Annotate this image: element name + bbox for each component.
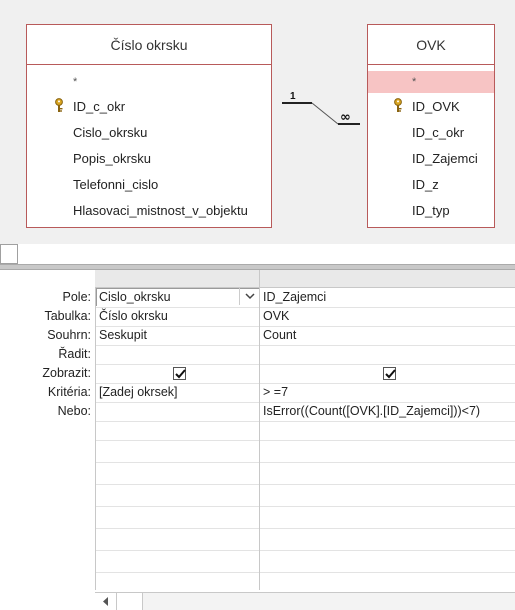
query-design-grid: Pole: Tabulka: Souhrn: Řadit: Zobrazit: …	[0, 270, 515, 610]
column-selector-strip[interactable]	[95, 270, 515, 288]
total-cell[interactable]: Count	[260, 326, 515, 345]
criteria-cell[interactable]: > =7	[260, 383, 515, 402]
show-cell[interactable]	[96, 364, 259, 383]
or-cell[interactable]	[96, 402, 259, 421]
grid-column-2: ID_Zajemci OVK Count > =7 IsError((Count…	[259, 288, 515, 590]
relationship-line[interactable]: 1 ∞	[0, 0, 515, 244]
total-cell[interactable]: Seskupit	[96, 326, 259, 345]
show-checkbox[interactable]	[382, 366, 396, 380]
grid-column-1: Cislo_okrsku Číslo okrsku Seskupit [Zade…	[95, 288, 259, 590]
show-cell[interactable]	[260, 364, 515, 383]
field-cell[interactable]: ID_Zajemci	[260, 288, 515, 307]
or-cell[interactable]: IsError((Count([OVK].[ID_Zajemci]))<7)	[260, 402, 515, 421]
row-labels: Pole: Tabulka: Souhrn: Řadit: Zobrazit: …	[0, 270, 95, 610]
arrow-left-icon[interactable]	[95, 593, 117, 610]
one-label: 1	[290, 91, 296, 102]
row-label-sort: Řadit:	[58, 347, 91, 361]
table-cell[interactable]: OVK	[260, 307, 515, 326]
criteria-cell[interactable]: [Zadej okrsek]	[96, 383, 259, 402]
navigation-pane-box[interactable]	[0, 244, 18, 264]
field-cell[interactable]: Cislo_okrsku	[96, 288, 259, 307]
row-label-criteria: Kritéria:	[47, 385, 91, 399]
sort-cell[interactable]	[260, 345, 515, 364]
checkmark-icon	[174, 368, 186, 378]
chevron-down-icon[interactable]	[239, 288, 259, 305]
many-label: ∞	[340, 110, 351, 125]
checkmark-icon	[384, 368, 396, 378]
scroll-thumb[interactable]	[117, 593, 143, 610]
row-label-total: Souhrn:	[47, 328, 91, 342]
table-cell[interactable]: Číslo okrsku	[96, 307, 259, 326]
show-checkbox[interactable]	[172, 366, 186, 380]
row-label-field: Pole:	[62, 290, 92, 304]
row-label-table: Tabulka:	[44, 309, 91, 323]
row-label-or: Nebo:	[57, 404, 91, 418]
row-label-show: Zobrazit:	[42, 366, 91, 380]
horizontal-scrollbar[interactable]	[95, 592, 515, 610]
sort-cell[interactable]	[96, 345, 259, 364]
relationships-pane: Číslo okrsku * ID_c_okr Cislo_okrsku Pop…	[0, 0, 515, 244]
